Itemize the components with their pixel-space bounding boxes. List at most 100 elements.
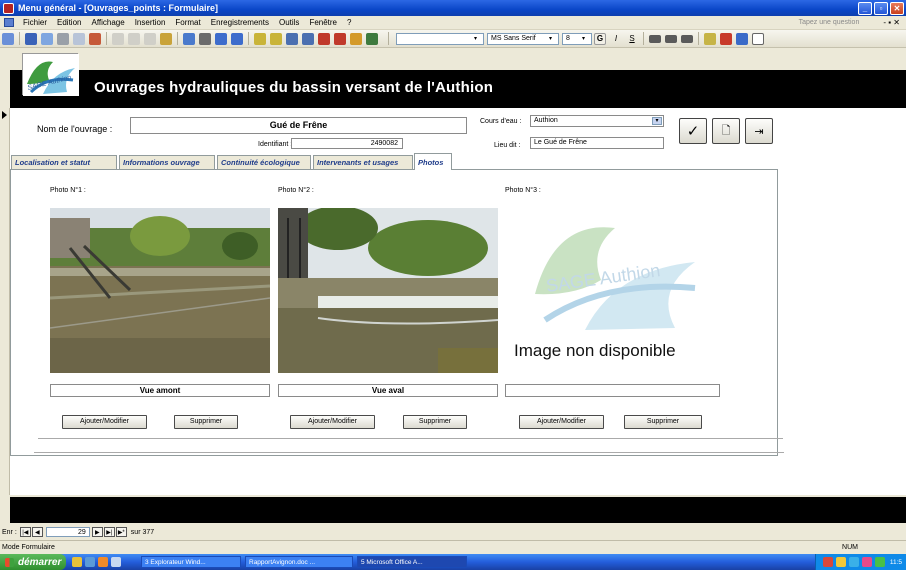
- bold-button[interactable]: G: [594, 32, 606, 45]
- font-size-combo[interactable]: 8 ▾: [562, 32, 592, 45]
- font-color-icon[interactable]: [720, 32, 732, 45]
- photo3-add-button[interactable]: Ajouter/Modifier: [519, 415, 604, 429]
- status-bar: Mode Formulaire NUM: [0, 540, 906, 554]
- first-record-button[interactable]: |◀: [19, 527, 31, 537]
- tray-icon[interactable]: [861, 557, 872, 567]
- menu-format[interactable]: Format: [170, 18, 205, 27]
- cours-dropdown[interactable]: Authion ▾: [530, 115, 664, 127]
- ask-question-box[interactable]: Tapez une question: [799, 19, 860, 26]
- chevron-down-icon[interactable]: ▾: [652, 117, 662, 125]
- menu-fichier[interactable]: Fichier: [18, 18, 52, 27]
- quicklaunch-media-icon[interactable]: [98, 557, 108, 567]
- quicklaunch-ie-icon[interactable]: [72, 557, 82, 567]
- minimize-button[interactable]: _: [858, 1, 872, 15]
- tray-icon[interactable]: [822, 557, 833, 567]
- border-icon[interactable]: [752, 32, 764, 45]
- tab-intervenants[interactable]: Intervenants et usages: [313, 155, 413, 169]
- italic-button[interactable]: I: [610, 33, 622, 45]
- image-unavailable-text: Image non disponible: [514, 341, 676, 360]
- fill-color-icon[interactable]: [704, 32, 716, 45]
- identifiant-field[interactable]: 2490082: [291, 138, 403, 149]
- menu-help[interactable]: ?: [342, 18, 356, 27]
- tray-icon[interactable]: [848, 557, 859, 567]
- database-window-icon[interactable]: [350, 32, 362, 45]
- last-record-button[interactable]: ▶|: [103, 527, 115, 537]
- close-button[interactable]: ✕: [890, 1, 904, 15]
- paste-icon[interactable]: [144, 32, 156, 45]
- tray-icon[interactable]: [874, 557, 885, 567]
- exit-button[interactable]: ⇥: [745, 118, 773, 144]
- menu-insertion[interactable]: Insertion: [130, 18, 171, 27]
- separator-line: [38, 438, 783, 439]
- record-number-field[interactable]: 29: [45, 527, 90, 537]
- new-record-icon[interactable]: [318, 32, 330, 45]
- sort-descending-icon[interactable]: [231, 32, 243, 45]
- photo2-caption[interactable]: Vue aval: [278, 384, 498, 397]
- photo2-image[interactable]: [278, 206, 499, 373]
- tray-icon[interactable]: [835, 557, 846, 567]
- view-icon[interactable]: [2, 32, 14, 45]
- cut-icon[interactable]: [112, 32, 124, 45]
- menu-fenetre[interactable]: Fenêtre: [304, 18, 342, 27]
- task-explorer[interactable]: 3 Explorateur Wind...: [141, 556, 241, 568]
- photo1-delete-button[interactable]: Supprimer: [174, 415, 238, 429]
- tab-informations[interactable]: Informations ouvrage: [119, 155, 215, 169]
- next-record-button[interactable]: ▶: [91, 527, 103, 537]
- tab-localisation[interactable]: Localisation et statut: [11, 155, 117, 169]
- align-right-icon[interactable]: [681, 34, 693, 43]
- apply-filter-icon[interactable]: [286, 32, 298, 45]
- align-center-icon[interactable]: [665, 34, 677, 43]
- tab-continuite[interactable]: Continuité écologique: [217, 155, 311, 169]
- previous-record-button[interactable]: ◀: [31, 527, 43, 537]
- quicklaunch-desktop-icon[interactable]: [85, 557, 95, 567]
- filter-selection-icon[interactable]: [254, 32, 266, 45]
- spelling-icon[interactable]: [89, 32, 101, 45]
- footer-band: [10, 497, 906, 523]
- task-word[interactable]: RapportAvignon.doc ...: [245, 556, 353, 568]
- record-selector-strip[interactable]: [0, 108, 10, 495]
- preview-icon[interactable]: [73, 32, 85, 45]
- object-combo[interactable]: ▾: [396, 32, 484, 45]
- start-button[interactable]: démarrer: [0, 554, 66, 570]
- maximize-button[interactable]: ▫: [874, 1, 888, 15]
- nom-field[interactable]: Gué de Frêne: [130, 117, 467, 134]
- menu-edition[interactable]: Edition: [52, 18, 86, 27]
- format-painter-icon[interactable]: [160, 32, 172, 45]
- preview-button[interactable]: 🗋: [712, 118, 740, 144]
- document-window-controls[interactable]: - ▪ ✕: [883, 18, 900, 27]
- link-icon[interactable]: [199, 32, 211, 45]
- menu-enregistrements[interactable]: Enregistrements: [206, 18, 274, 27]
- photo1-add-button[interactable]: Ajouter/Modifier: [62, 415, 147, 429]
- copy-icon[interactable]: [128, 32, 140, 45]
- photo2-add-button[interactable]: Ajouter/Modifier: [290, 415, 375, 429]
- current-record-icon: [2, 111, 7, 119]
- sort-ascending-icon[interactable]: [215, 32, 227, 45]
- photo1-caption[interactable]: Vue amont: [50, 384, 270, 397]
- filter-form-icon[interactable]: [270, 32, 282, 45]
- tab-photos[interactable]: Photos: [414, 153, 452, 170]
- save-icon[interactable]: [25, 32, 37, 45]
- photo1-image[interactable]: [49, 208, 271, 373]
- checkmark-icon: ✓: [686, 123, 700, 140]
- line-color-icon[interactable]: [736, 32, 748, 45]
- menu-outils[interactable]: Outils: [274, 18, 304, 27]
- menu-affichage[interactable]: Affichage: [86, 18, 129, 27]
- validate-button[interactable]: ✓: [679, 118, 707, 144]
- undo-icon[interactable]: [183, 32, 195, 45]
- lieu-field[interactable]: Le Gué de Frêne: [530, 137, 664, 149]
- print-icon[interactable]: [57, 32, 69, 45]
- photo3-caption[interactable]: [505, 384, 720, 397]
- quicklaunch-more-icon[interactable]: [111, 557, 121, 567]
- find-icon[interactable]: [302, 32, 314, 45]
- photo3-delete-button[interactable]: Supprimer: [624, 415, 702, 429]
- photo3-placeholder[interactable]: SAGE Authion Image non disponible: [505, 210, 720, 373]
- photo2-delete-button[interactable]: Supprimer: [403, 415, 467, 429]
- task-office[interactable]: 5 Microsoft Office A...: [357, 556, 467, 568]
- new-record-button[interactable]: ▶*: [115, 527, 127, 537]
- align-left-icon[interactable]: [649, 34, 661, 43]
- underline-button[interactable]: S: [626, 33, 638, 45]
- new-object-icon[interactable]: [366, 32, 378, 45]
- search-icon[interactable]: [41, 32, 53, 45]
- delete-record-icon[interactable]: [334, 32, 346, 45]
- font-name-combo[interactable]: MS Sans Serif ▾: [487, 32, 559, 45]
